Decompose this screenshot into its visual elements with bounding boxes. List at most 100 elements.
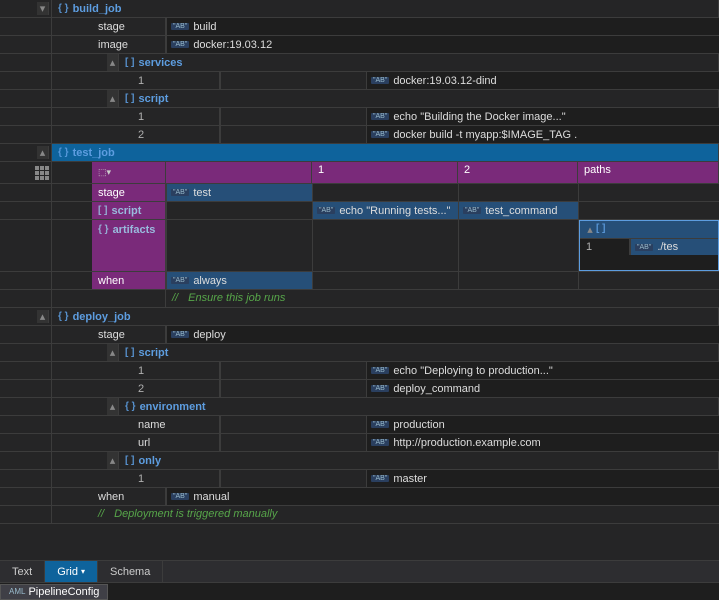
node-build-script[interactable]: ▴ [ ] script — [0, 90, 719, 108]
expander-icon[interactable]: ▴ — [107, 54, 119, 71]
type-badge: "AB" — [463, 207, 481, 214]
value-text[interactable]: always — [193, 275, 227, 287]
type-badge: "AB" — [371, 367, 389, 374]
node-build-job[interactable]: ▾ { }build_job — [0, 0, 719, 18]
object-icon: { } — [58, 311, 69, 322]
type-badge: "AB" — [371, 385, 389, 392]
value-text[interactable]: deploy_command — [393, 383, 480, 395]
row-test-comment: // Ensure this job runs — [0, 290, 719, 308]
key-label: only — [138, 455, 161, 467]
type-badge: "AB" — [371, 131, 389, 138]
type-badge: "AB" — [171, 189, 189, 196]
value-text[interactable]: echo "Deploying to production..." — [393, 365, 552, 377]
row-deploy-script-1[interactable]: 1 "AB" echo "Deploying to production..." — [0, 362, 719, 380]
row-deploy-when[interactable]: when "AB"manual — [0, 488, 719, 506]
value-text[interactable]: manual — [193, 491, 229, 503]
expander-icon[interactable]: ▴ — [37, 146, 49, 159]
expander-icon[interactable]: ▴ — [107, 90, 119, 107]
row-deploy-env-url[interactable]: url "AB"http://production.example.com — [0, 434, 719, 452]
value-text[interactable]: echo "Running tests..." — [339, 205, 450, 217]
config-tree[interactable]: ▾ { }build_job stage "AB" build image "AB… — [0, 0, 719, 560]
key-label: artifacts — [113, 224, 156, 236]
tab-text[interactable]: Text — [0, 561, 45, 582]
row-build-services-1[interactable]: 1 "AB"docker:19.03.12-dind — [0, 72, 719, 90]
key-label: stage — [98, 329, 125, 341]
index-label: 2 — [138, 129, 144, 141]
object-icon: { } — [125, 401, 136, 412]
value-text[interactable]: test — [193, 187, 211, 199]
key-label: url — [138, 437, 150, 449]
row-build-stage[interactable]: stage "AB" build — [0, 18, 719, 36]
index-label: 1 — [138, 111, 144, 123]
node-build-services[interactable]: ▴ [ ] services — [0, 54, 719, 72]
array-icon: [ ] — [125, 455, 134, 466]
expander-icon[interactable]: ▴ — [584, 223, 596, 236]
expander-icon[interactable]: ▾ — [37, 2, 49, 15]
node-deploy-script[interactable]: ▴ [ ]script — [0, 344, 719, 362]
value-text[interactable]: ./tes — [657, 241, 678, 253]
expander-icon[interactable]: ▴ — [107, 344, 119, 361]
node-deploy-job[interactable]: ▴ { } deploy_job — [0, 308, 719, 326]
row-test-when[interactable]: when "AB"always — [0, 272, 719, 290]
type-badge: "AB" — [171, 277, 189, 284]
value-text[interactable]: echo "Building the Docker image..." — [393, 111, 565, 123]
value-text[interactable]: production — [393, 419, 444, 431]
sort-icon[interactable]: ⬚▾ — [98, 167, 111, 178]
type-badge: "AB" — [371, 77, 389, 84]
row-build-image[interactable]: image "AB"docker:19.03.12 — [0, 36, 719, 54]
row-deploy-env-name[interactable]: name "AB"production — [0, 416, 719, 434]
object-icon: { } — [58, 147, 69, 158]
row-deploy-script-2[interactable]: 2 "AB"deploy_command — [0, 380, 719, 398]
type-badge: "AB" — [171, 23, 189, 30]
array-icon: [ ] — [125, 347, 134, 358]
node-deploy-environment[interactable]: ▴ { } environment — [0, 398, 719, 416]
column-header-paths[interactable]: paths — [578, 162, 719, 183]
expander-icon[interactable]: ▴ — [107, 398, 119, 415]
key-label: script — [138, 93, 168, 105]
value-text[interactable]: build — [193, 21, 216, 33]
array-icon: [ ] — [125, 57, 134, 68]
row-deploy-stage[interactable]: stage "AB"deploy — [0, 326, 719, 344]
expander-icon[interactable]: ▴ — [37, 310, 49, 323]
index-label: 1 — [138, 365, 144, 377]
array-icon: [ ] — [125, 93, 134, 104]
row-build-script-1[interactable]: 1 "AB"echo "Building the Docker image...… — [0, 108, 719, 126]
tab-schema[interactable]: Schema — [98, 561, 163, 582]
type-badge: "AB" — [371, 421, 389, 428]
value-text[interactable]: master — [393, 473, 427, 485]
node-test-job[interactable]: ▴ { }test_job — [0, 144, 719, 162]
value-text[interactable]: http://production.example.com — [393, 437, 540, 449]
comment-text: Deployment is triggered manually — [110, 506, 281, 523]
row-test-stage[interactable]: stage "AB"test — [0, 184, 719, 202]
value-text[interactable]: docker:19.03.12-dind — [393, 75, 496, 87]
key-label: stage — [98, 21, 125, 33]
job-name: deploy_job — [73, 311, 131, 323]
column-header-2[interactable]: 2 — [458, 162, 578, 183]
value-text[interactable]: docker build -t myapp:$IMAGE_TAG . — [393, 129, 577, 141]
node-deploy-only[interactable]: ▴ [ ] only — [0, 452, 719, 470]
key-label: services — [138, 57, 182, 69]
tab-grid[interactable]: Grid▾ — [45, 561, 98, 582]
row-deploy-only-1[interactable]: 1 "AB"master — [0, 470, 719, 488]
chevron-down-icon[interactable]: ▾ — [81, 567, 85, 576]
value-text[interactable]: docker:19.03.12 — [193, 39, 272, 51]
grid-icon — [35, 166, 49, 180]
key-label: script — [111, 205, 141, 217]
index-label: 1 — [586, 241, 592, 253]
status-bar: AML PipelineConfig — [0, 582, 719, 600]
array-icon: [ ] — [98, 205, 107, 216]
key-label: environment — [140, 401, 206, 413]
row-build-script-2[interactable]: 2 "AB" docker build -t myapp:$IMAGE_TAG . — [0, 126, 719, 144]
row-test-script[interactable]: [ ]script "AB"echo "Running tests..." "A… — [0, 202, 719, 220]
array-icon: [ ] — [596, 223, 605, 236]
status-file-tab[interactable]: AML PipelineConfig — [0, 584, 108, 600]
type-badge: "AB" — [371, 475, 389, 482]
row-test-artifacts[interactable]: { }artifacts ▴ [ ] 1 "AB"./tes — [0, 220, 719, 272]
type-badge: "AB" — [171, 493, 189, 500]
value-text[interactable]: test_command — [485, 205, 557, 217]
expander-icon[interactable]: ▴ — [107, 452, 119, 469]
file-name: PipelineConfig — [28, 586, 99, 598]
value-text[interactable]: deploy — [193, 329, 225, 341]
column-header-1[interactable]: 1 — [312, 162, 458, 183]
row-deploy-comment: // Deployment is triggered manually — [0, 506, 719, 524]
